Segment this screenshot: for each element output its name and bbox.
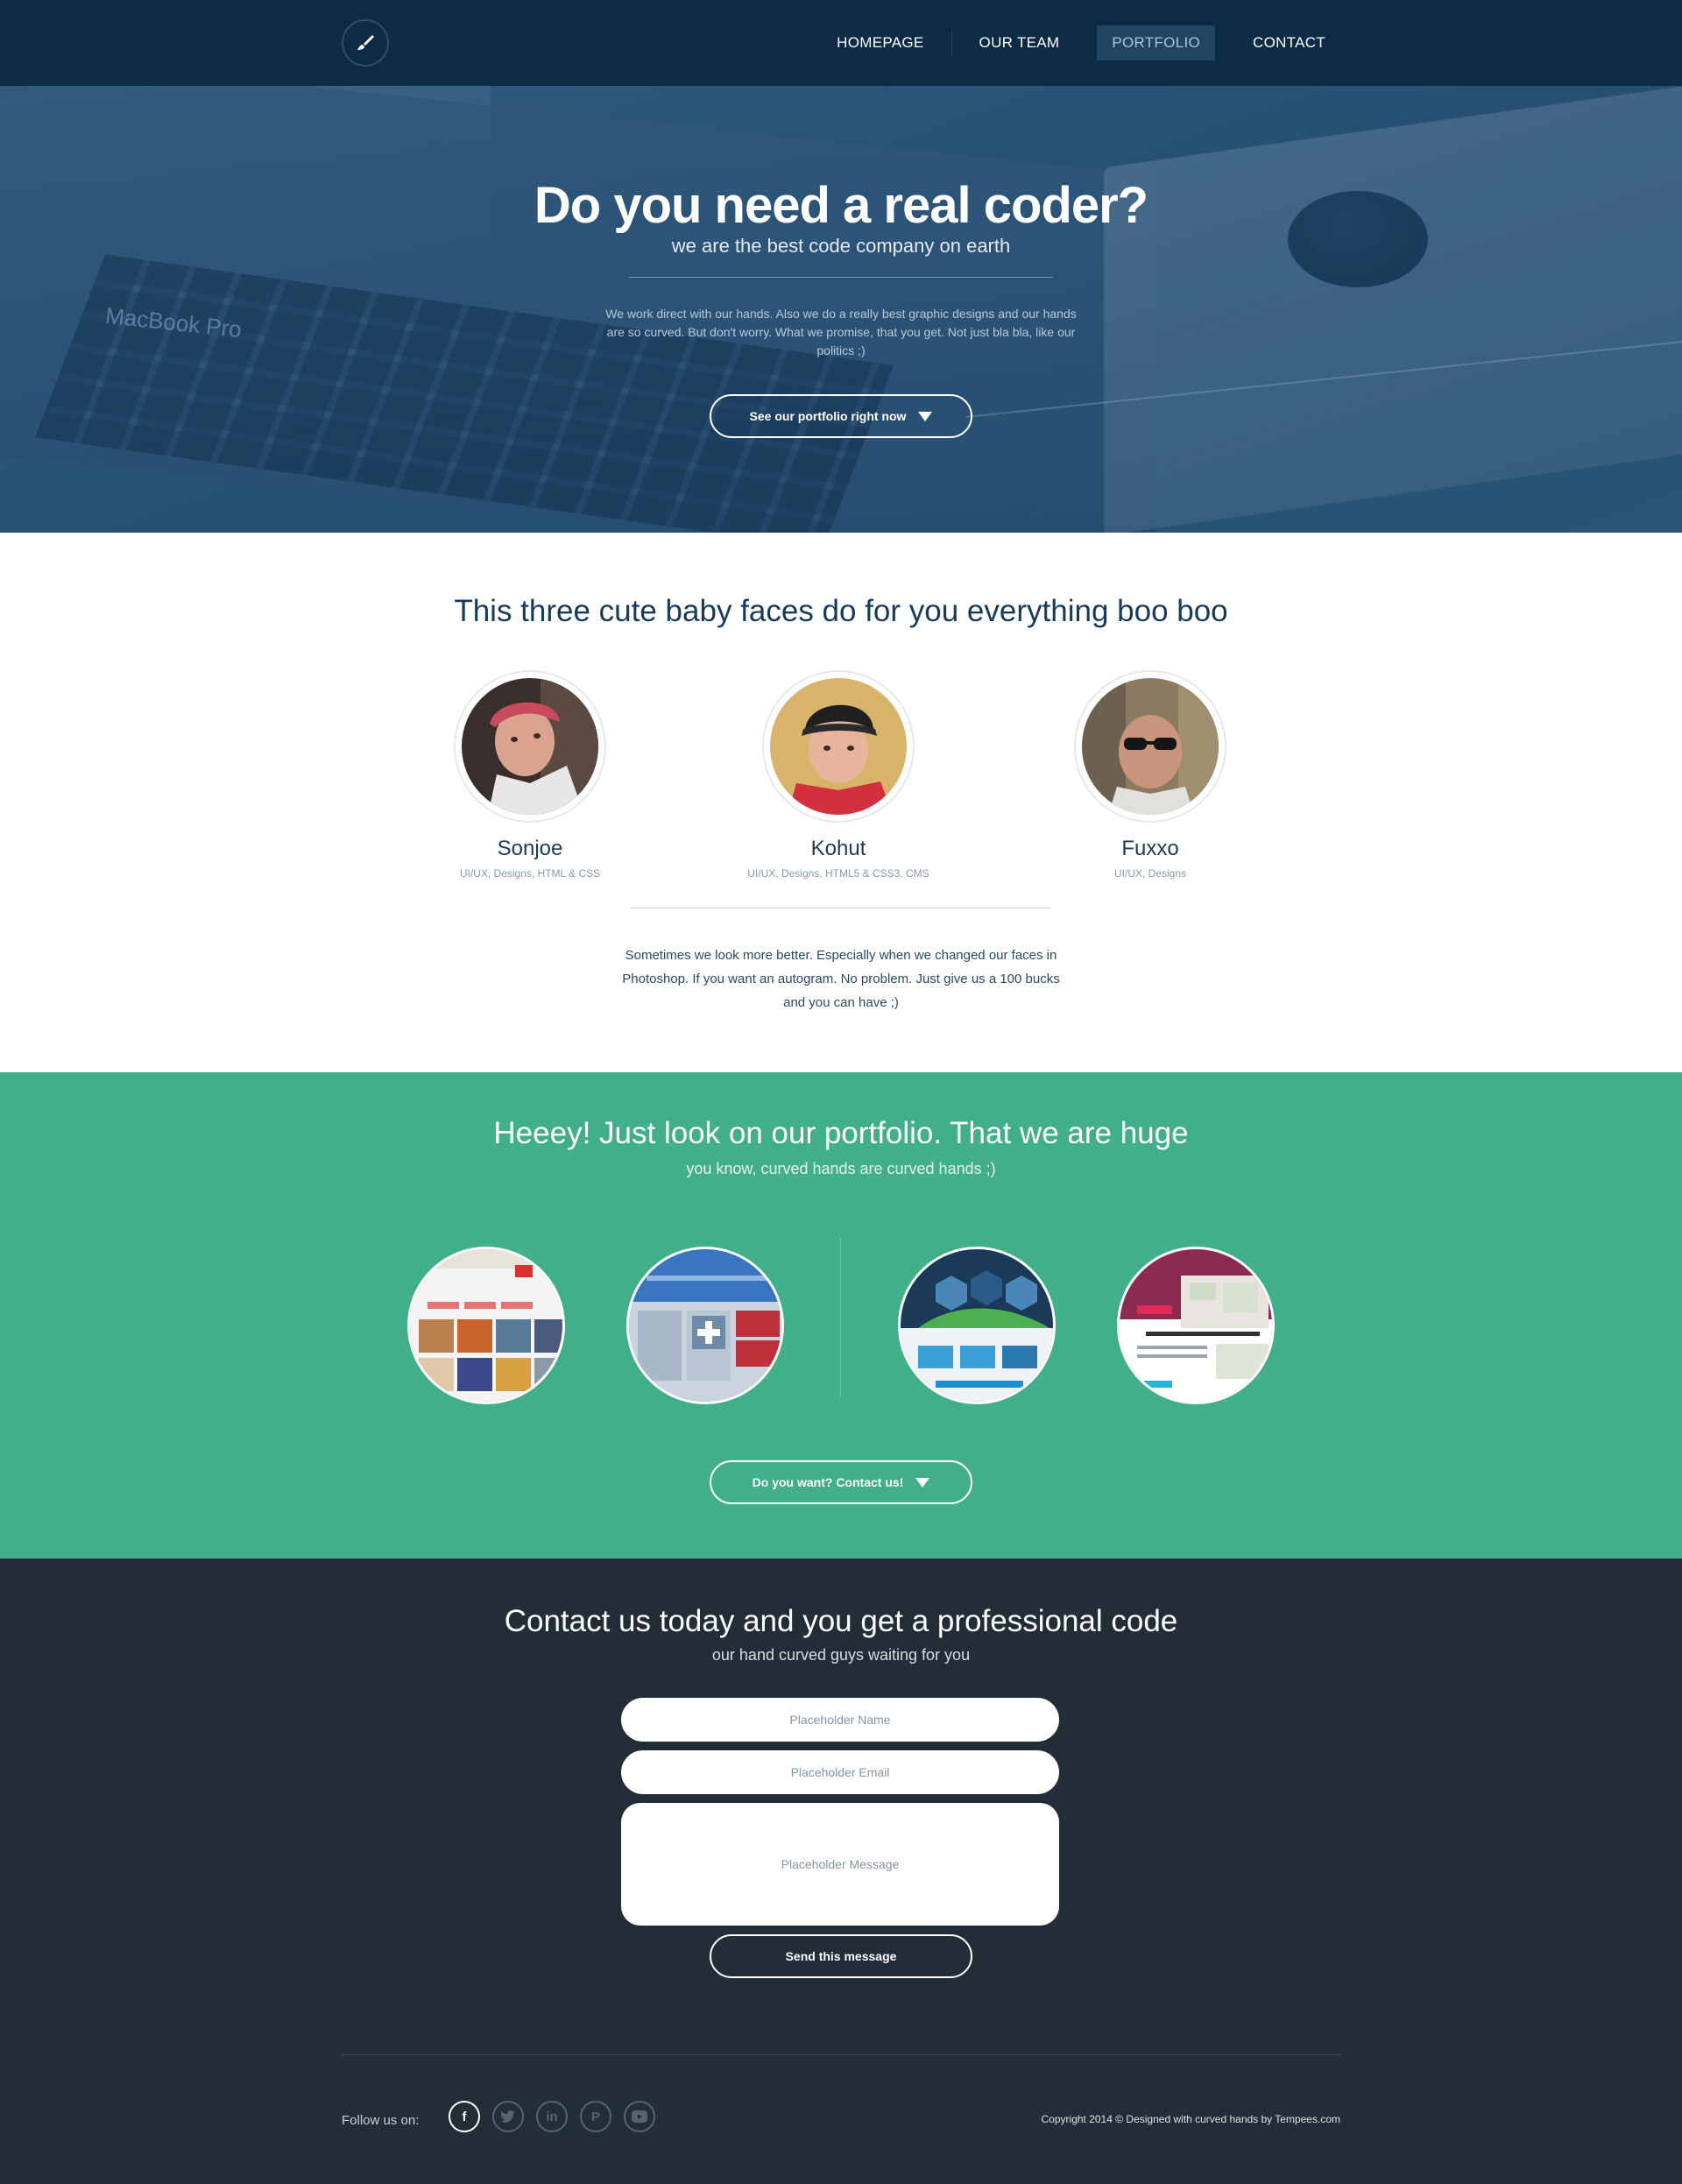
team-section: This three cute baby faces do for you ev… <box>0 533 1682 1072</box>
hero-title: Do you need a real coder? <box>534 177 1148 234</box>
main-menu: HOMEPAGE OUR TEAM PORTFOLIO CONTACT <box>822 25 1340 60</box>
follow-label: Follow us on: <box>342 2113 420 2128</box>
member-name: Kohut <box>810 837 866 860</box>
portfolio-subtitle: you know, curved hands are curved hands … <box>686 1160 996 1177</box>
avatar-ring <box>1074 670 1226 823</box>
triangle-down-icon <box>915 1477 930 1488</box>
brush-logo-icon[interactable] <box>342 19 389 67</box>
see-portfolio-label: See our portfolio right now <box>749 409 907 423</box>
hero-description: We work direct with our hands. Also we d… <box>605 307 1077 357</box>
copyright-text: Copyright 2014 © Designed with curved ha… <box>1041 2113 1340 2125</box>
avatar-ring <box>762 670 915 823</box>
name-field[interactable]: Placeholder Name <box>621 1698 1059 1742</box>
top-navbar: HOMEPAGE OUR TEAM PORTFOLIO CONTACT <box>0 0 1682 86</box>
send-message-label: Send this message <box>785 1949 897 1963</box>
nav-contact[interactable]: CONTACT <box>1238 25 1340 60</box>
send-message-button[interactable]: Send this message <box>710 1934 972 1978</box>
portfolio-section: Heeey! Just look on our portfolio. That … <box>0 1072 1682 1558</box>
footer-divider <box>342 2054 1340 2055</box>
linkedin-icon[interactable]: in <box>536 2101 568 2132</box>
email-placeholder: Placeholder Email <box>790 1765 890 1779</box>
triangle-down-icon <box>918 411 933 421</box>
social-links: f in P <box>449 2101 655 2132</box>
pinterest-icon[interactable]: P <box>580 2101 611 2132</box>
member-role: UI/UX, Designs, HTML & CSS <box>459 867 601 880</box>
facebook-icon[interactable]: f <box>449 2101 480 2132</box>
contact-us-label: Do you want? Contact us! <box>752 1475 904 1489</box>
portfolio-thumbnail[interactable] <box>626 1247 784 1404</box>
team-title: This three cute baby faces do for you ev… <box>454 594 1228 628</box>
nav-homepage[interactable]: HOMEPAGE <box>822 25 938 60</box>
team-note: Sometimes we look more better. Especiall… <box>622 948 1060 1010</box>
member-role: UI/UX, Designs <box>1113 867 1187 880</box>
member-name: Fuxxo <box>1121 837 1179 860</box>
contact-section: Contact us today and you get a professio… <box>0 1558 1682 2184</box>
team-member-card: Sonjoe UI/UX, Designs, HTML & CSS <box>399 670 661 880</box>
team-member-card: Kohut UI/UX, Designs, HTML5 & CSS3, CMS <box>707 670 970 880</box>
youtube-icon[interactable] <box>624 2101 655 2132</box>
twitter-icon[interactable] <box>492 2101 524 2132</box>
name-placeholder: Placeholder Name <box>789 1713 891 1727</box>
message-field[interactable]: Placeholder Message <box>621 1803 1059 1926</box>
contact-title: Contact us today and you get a professio… <box>504 1604 1178 1638</box>
portfolio-thumbnail[interactable] <box>898 1247 1056 1404</box>
portfolio-thumbnail[interactable] <box>1117 1247 1275 1404</box>
hero-section: MacBook Pro Do you need a real coder? we… <box>0 86 1682 533</box>
avatar-ring <box>454 670 606 823</box>
hero-divider <box>629 277 1053 278</box>
member-role: UI/UX, Designs, HTML5 & CSS3, CMS <box>747 867 929 880</box>
avatar <box>770 678 907 815</box>
menu-divider <box>951 30 952 56</box>
message-placeholder: Placeholder Message <box>781 1857 900 1871</box>
contact-us-button[interactable]: Do you want? Contact us! <box>710 1460 972 1504</box>
contact-subtitle: our hand curved guys waiting for you <box>711 1646 971 1664</box>
nav-portfolio[interactable]: PORTFOLIO <box>1097 25 1215 60</box>
hero-subtitle: we are the best code company on earth <box>671 235 1011 257</box>
nav-our-team[interactable]: OUR TEAM <box>965 25 1075 60</box>
portfolio-title: Heeey! Just look on our portfolio. That … <box>493 1116 1189 1150</box>
see-portfolio-button[interactable]: See our portfolio right now <box>710 394 972 438</box>
team-member-card: Fuxxo UI/UX, Designs <box>1019 670 1282 880</box>
avatar <box>462 678 598 815</box>
avatar <box>1082 678 1219 815</box>
member-name: Sonjoe <box>497 837 563 860</box>
portfolio-thumbnail[interactable] <box>407 1247 565 1404</box>
email-field[interactable]: Placeholder Email <box>621 1750 1059 1794</box>
